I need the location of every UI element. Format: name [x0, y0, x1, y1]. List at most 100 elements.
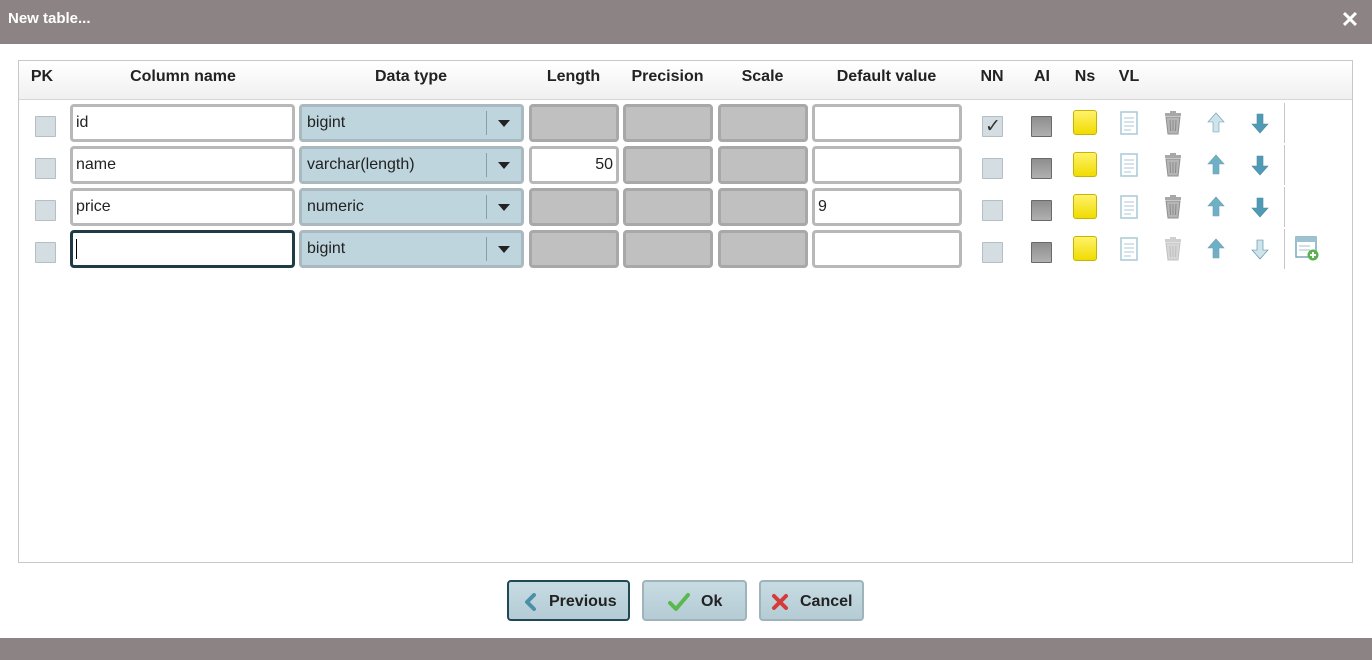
chevron-down-icon[interactable] [498, 162, 510, 169]
new-table-dialog: New table... ✕ PK Column name Data type … [0, 0, 1372, 660]
note-icon[interactable] [1073, 110, 1097, 135]
row-divider [1284, 229, 1285, 269]
select-separator [486, 111, 487, 135]
trash-icon[interactable] [1161, 194, 1185, 220]
row-divider [1284, 145, 1285, 185]
select-separator [486, 237, 487, 261]
length-input[interactable]: 50 [529, 146, 619, 184]
data-type-select[interactable]: varchar(length) [299, 146, 524, 184]
default-value-input[interactable] [812, 146, 962, 184]
header-pk: PK [30, 68, 54, 85]
ok-label: Ok [701, 593, 723, 610]
column-name-input[interactable]: name [70, 146, 295, 184]
chevron-down-icon[interactable] [498, 204, 510, 211]
select-separator [486, 195, 487, 219]
cross-icon [772, 594, 788, 610]
table-row: id bigint ✓ [19, 102, 1352, 143]
trash-icon[interactable] [1161, 236, 1185, 262]
nn-checkbox[interactable] [982, 242, 1003, 263]
default-value-input[interactable] [812, 104, 962, 142]
ai-checkbox[interactable] [1031, 116, 1052, 137]
columns-grid: PK Column name Data type Length Precisio… [18, 60, 1353, 563]
arrow-up-icon[interactable] [1204, 194, 1228, 220]
chevron-down-icon[interactable] [498, 120, 510, 127]
header-data-type: Data type [374, 68, 448, 85]
ai-checkbox[interactable] [1031, 200, 1052, 221]
pk-checkbox[interactable] [35, 200, 56, 221]
arrow-up-icon[interactable] [1204, 236, 1228, 262]
ok-button[interactable]: Ok [642, 580, 747, 621]
document-icon[interactable] [1117, 152, 1141, 178]
row-divider [1284, 103, 1285, 143]
ai-checkbox[interactable] [1031, 158, 1052, 179]
precision-input [623, 230, 713, 268]
arrow-down-icon[interactable] [1248, 236, 1272, 262]
header-ns: Ns [1074, 68, 1096, 85]
trash-icon[interactable] [1161, 110, 1185, 136]
arrow-down-icon[interactable] [1248, 194, 1272, 220]
document-icon[interactable] [1117, 236, 1141, 262]
check-icon [668, 593, 690, 611]
scale-input [718, 104, 808, 142]
previous-button[interactable]: Previous [507, 580, 630, 621]
close-icon[interactable]: ✕ [1340, 9, 1360, 31]
length-input [529, 104, 619, 142]
dialog-title: New table... [8, 10, 91, 27]
precision-input [623, 104, 713, 142]
cancel-label: Cancel [800, 593, 853, 610]
pk-checkbox[interactable] [35, 158, 56, 179]
column-name-input[interactable]: id [70, 104, 295, 142]
data-type-select[interactable]: bigint [299, 230, 524, 268]
precision-input [623, 146, 713, 184]
default-value-input[interactable] [812, 230, 962, 268]
document-icon[interactable] [1117, 110, 1141, 136]
text-caret [76, 238, 77, 259]
arrow-up-icon[interactable] [1204, 152, 1228, 178]
add-column-icon[interactable] [1294, 235, 1320, 261]
scale-input [718, 230, 808, 268]
length-input [529, 230, 619, 268]
nn-checkbox[interactable] [982, 200, 1003, 221]
header-vl: VL [1118, 68, 1140, 85]
table-row: name varchar(length) 50 [19, 144, 1352, 185]
table-row: price numeric 9 [19, 186, 1352, 227]
chevron-down-icon[interactable] [498, 246, 510, 253]
ai-checkbox[interactable] [1031, 242, 1052, 263]
nn-checkbox[interactable] [982, 158, 1003, 179]
title-bar[interactable]: New table... ✕ [0, 0, 1372, 44]
nn-checkbox[interactable]: ✓ [982, 116, 1003, 137]
trash-icon[interactable] [1161, 152, 1185, 178]
table-row: bigint [19, 228, 1352, 269]
row-divider [1284, 187, 1285, 227]
note-icon[interactable] [1073, 194, 1097, 219]
arrow-down-icon[interactable] [1248, 152, 1272, 178]
note-icon[interactable] [1073, 236, 1097, 261]
header-default-value: Default value [836, 68, 937, 85]
chevron-left-icon [525, 593, 536, 611]
arrow-up-icon[interactable] [1204, 110, 1228, 136]
header-column-name: Column name [130, 68, 236, 85]
pk-checkbox[interactable] [35, 242, 56, 263]
precision-input [623, 188, 713, 226]
scale-input [718, 146, 808, 184]
arrow-down-icon[interactable] [1248, 110, 1272, 136]
column-name-input[interactable]: price [70, 188, 295, 226]
column-name-input[interactable] [70, 230, 295, 268]
header-length: Length [546, 68, 601, 85]
pk-checkbox[interactable] [35, 116, 56, 137]
data-type-select[interactable]: bigint [299, 104, 524, 142]
document-icon[interactable] [1117, 194, 1141, 220]
previous-label: Previous [549, 593, 617, 610]
data-type-select[interactable]: numeric [299, 188, 524, 226]
scale-input [718, 188, 808, 226]
header-ai: AI [1034, 68, 1050, 85]
header-precision: Precision [631, 68, 704, 85]
cancel-button[interactable]: Cancel [759, 580, 864, 621]
bottom-bar [0, 638, 1372, 660]
note-icon[interactable] [1073, 152, 1097, 177]
header-scale: Scale [741, 68, 784, 85]
data-type-value: bigint [307, 114, 346, 131]
grid-header: PK Column name Data type Length Precisio… [19, 61, 1352, 100]
select-separator [486, 153, 487, 177]
default-value-input[interactable]: 9 [812, 188, 962, 226]
